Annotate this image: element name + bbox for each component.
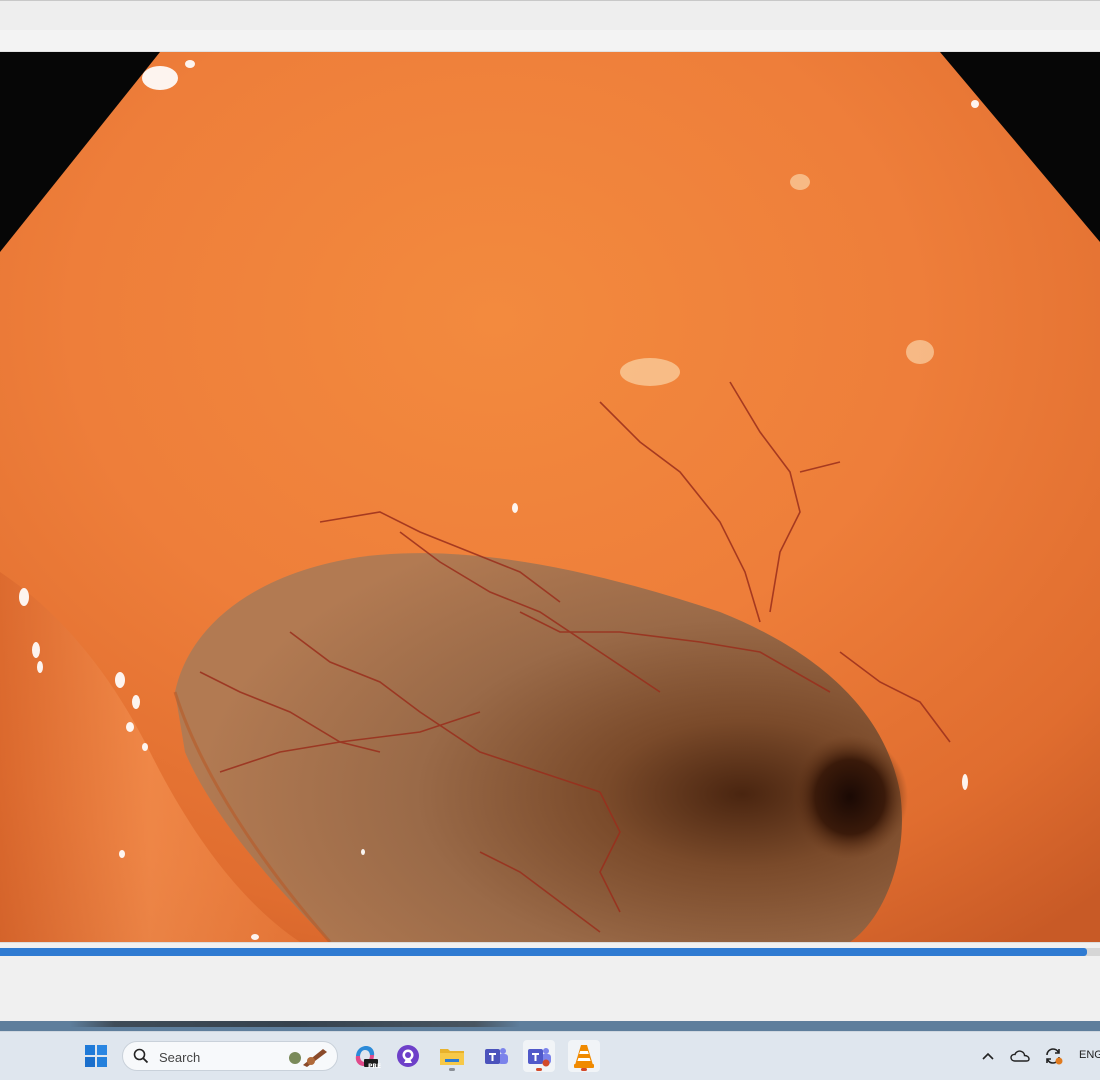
windows-logo-icon [85, 1045, 107, 1067]
window-title-bar[interactable] [0, 0, 1100, 30]
taskbar-app-file-explorer[interactable] [436, 1040, 468, 1072]
github-icon [397, 1045, 419, 1067]
player-controls [0, 942, 1100, 1022]
search-icon [133, 1048, 149, 1064]
taskbar-app-teams-classic[interactable] [480, 1040, 512, 1072]
chevron-up-icon [982, 1052, 994, 1060]
endoscopy-image [0, 52, 1100, 942]
lumen-opening [792, 735, 908, 859]
tray-overflow-button[interactable] [973, 1040, 1003, 1072]
cloud-icon [1010, 1050, 1030, 1062]
taskbar-app-github[interactable] [392, 1040, 424, 1072]
menu-strip [0, 30, 1100, 52]
tray-onedrive[interactable] [1005, 1040, 1035, 1072]
sync-icon [1046, 1048, 1063, 1065]
search-input[interactable] [157, 1047, 281, 1067]
tray-language[interactable]: ENG [1079, 1049, 1100, 1061]
taskbar: PRE [0, 1031, 1100, 1080]
taskbar-app-copilot[interactable]: PRE [349, 1040, 381, 1072]
teams-icon [485, 1048, 508, 1064]
folder-icon [440, 1049, 464, 1065]
copilot-badge: PRE [368, 1063, 382, 1070]
vlc-cone-icon [574, 1045, 594, 1068]
running-indicator [581, 1068, 587, 1071]
running-indicator [449, 1068, 455, 1071]
search-highlight-icon [289, 1049, 327, 1067]
seek-bar[interactable] [0, 948, 1100, 956]
teams-icon [528, 1048, 551, 1067]
seek-bar-progress [0, 948, 1087, 956]
running-indicator [536, 1068, 542, 1071]
taskbar-app-vlc[interactable] [568, 1040, 600, 1072]
video-frame[interactable] [0, 52, 1100, 942]
start-button[interactable] [80, 1040, 112, 1072]
taskbar-app-teams[interactable] [523, 1040, 555, 1072]
taskbar-search[interactable] [122, 1041, 338, 1071]
tray-sync[interactable] [1038, 1040, 1068, 1072]
window-bottom-edge [0, 1021, 1100, 1031]
